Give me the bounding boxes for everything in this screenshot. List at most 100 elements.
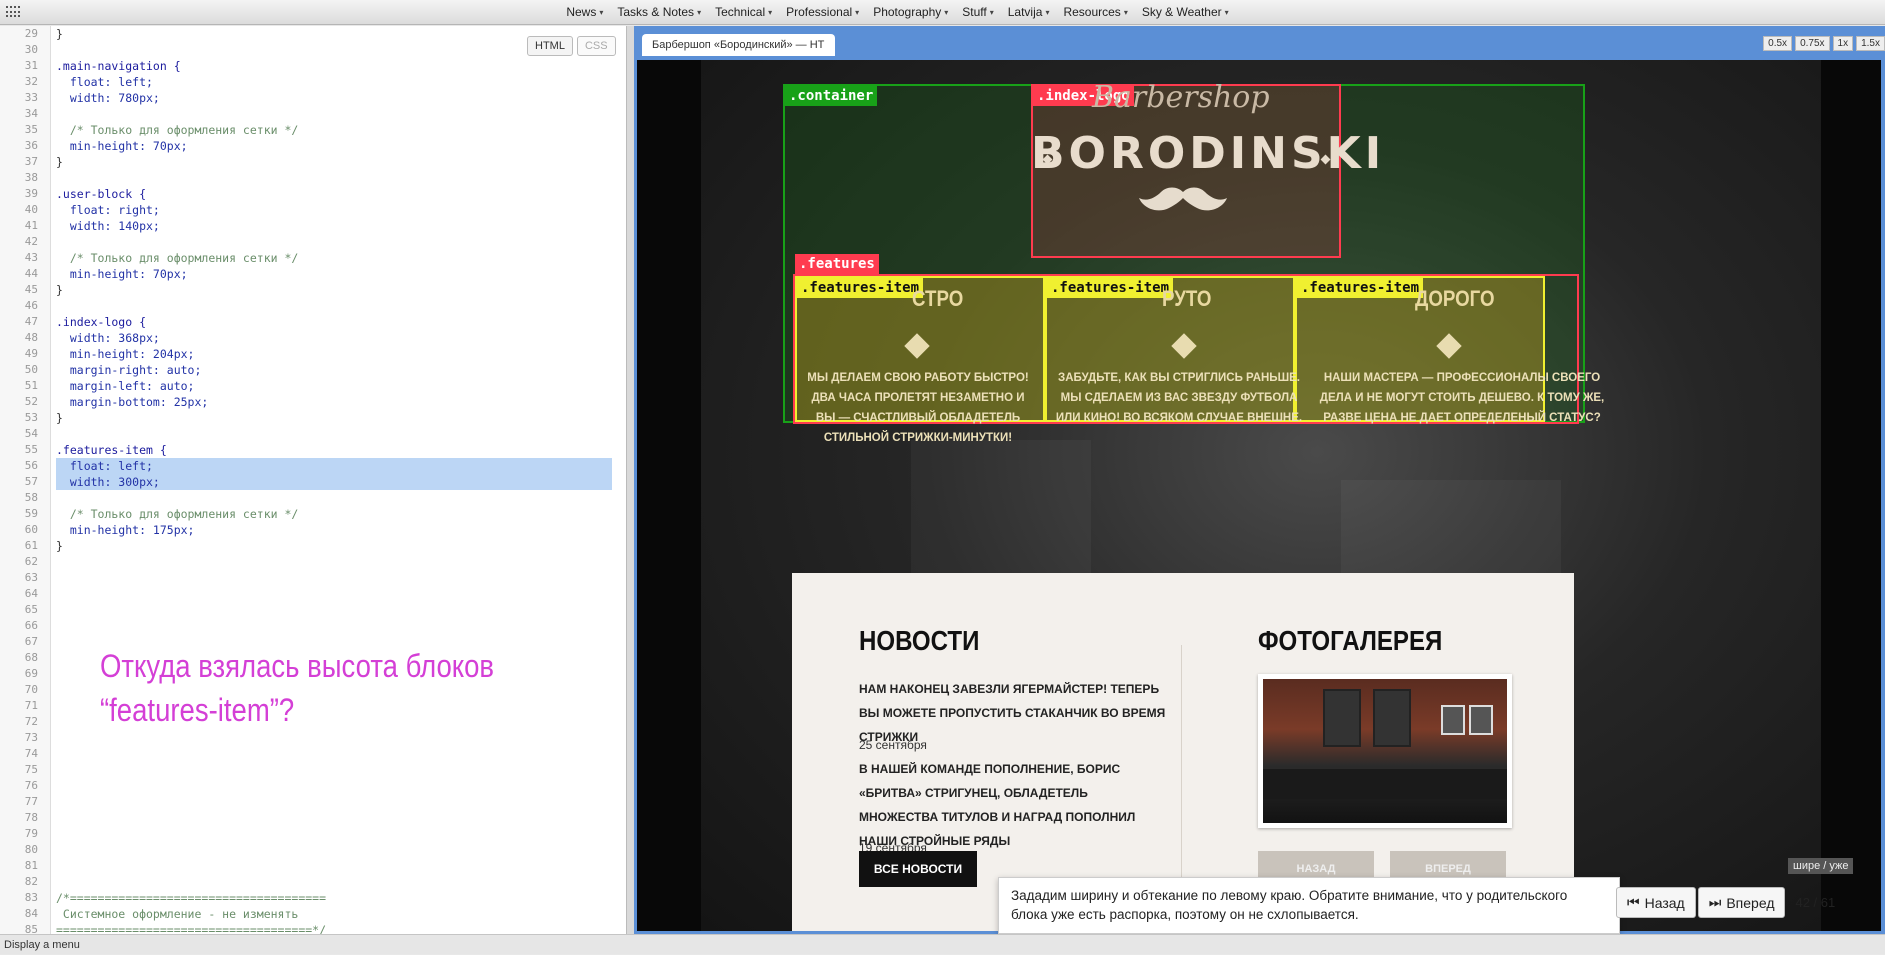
line-number: 46: [24, 299, 38, 312]
menu-items: News ▾ Tasks & Notes ▾ Technical ▾ Professi…: [0, 0, 1885, 24]
zoom-1-5x-button[interactable]: 1.5x: [1856, 36, 1885, 51]
feature-text-2: ЗАБУДЬТЕ, КАК ВЫ СТРИГЛИСЬ РАНЬШЕ. МЫ СД…: [1055, 372, 1303, 424]
line-number: 40: [24, 203, 38, 216]
line-number: 64: [24, 587, 38, 600]
line-number: 49: [24, 347, 38, 360]
zoom-0-5x-button[interactable]: 0.5x: [1763, 36, 1793, 51]
line-number: 41: [24, 219, 38, 232]
news-title: НОВОСТИ: [859, 625, 980, 656]
logo-script-text: Barbershop: [1092, 80, 1270, 115]
wider-narrower-toggle[interactable]: шире / уже: [1788, 858, 1854, 874]
features-label: .features: [795, 254, 879, 274]
code-line: .user-block {: [56, 187, 147, 201]
line-number: 61: [24, 539, 38, 552]
preview-tab[interactable]: Барбершоп «Бородинский» — HT: [642, 34, 835, 56]
line-number: 56: [24, 459, 38, 472]
forward-button[interactable]: ⏭ Вперед: [1697, 887, 1786, 918]
line-number-gutter: 29 30 31 32 33 34 35 36 37 38 39 40 41 42 43 44 45 46 47 48…: [0, 26, 51, 934]
menu-latvija[interactable]: Latvija ▾: [1008, 5, 1050, 19]
step-navigation: ⏮ Назад ⏭ Вперед 42 / 61: [1616, 887, 1835, 918]
line-number: 81: [24, 859, 38, 872]
line-number: 67: [24, 635, 38, 648]
line-number: 29: [24, 27, 38, 40]
code-line: }: [56, 27, 63, 41]
news-item-2-text[interactable]: В НАШЕЙ КОМАНДЕ ПОПОЛНЕНИЕ, БОРИС «БРИТВ…: [859, 757, 1169, 853]
container-label: .container: [785, 86, 878, 106]
menu-tasks-notes[interactable]: Tasks & Notes ▾: [617, 5, 701, 19]
chevron-down-icon: ▾: [1123, 7, 1128, 17]
skip-back-icon: ⏮: [1627, 894, 1640, 910]
css-code-editor[interactable]: 29 30 31 32 33 34 35 36 37 38 39 40 41 42 43 44 45 46 47 48…: [0, 26, 626, 934]
code-line: min-height: 70px;: [56, 267, 188, 281]
menu-technical[interactable]: Technical ▾: [715, 5, 772, 19]
step-counter: 42 / 61: [1795, 895, 1836, 910]
line-number: 50: [24, 363, 38, 376]
zoom-0-75x-button[interactable]: 0.75x: [1795, 36, 1830, 51]
code-line: }: [56, 411, 63, 425]
chevron-down-icon: ▾: [989, 7, 994, 17]
line-number: 83: [24, 891, 38, 904]
line-number: 58: [24, 491, 38, 504]
features-item-label: .features-item: [1297, 278, 1424, 298]
line-number: 33: [24, 91, 38, 104]
line-number: 39: [24, 187, 38, 200]
line-number: 34: [24, 107, 38, 120]
code-line: width: 780px;: [56, 91, 160, 105]
status-bar: Display a menu: [0, 934, 1885, 954]
code-line: /* Только для оформления сетки */: [56, 123, 299, 137]
chevron-down-icon: ▾: [944, 7, 949, 17]
line-number: 51: [24, 379, 38, 392]
tab-css[interactable]: CSS: [576, 36, 616, 56]
line-number: 32: [24, 75, 38, 88]
line-number: 54: [24, 427, 38, 440]
gallery-photo: [1258, 674, 1512, 828]
all-news-button[interactable]: ВСЕ НОВОСТИ: [859, 851, 977, 887]
chevron-down-icon: ▾: [599, 7, 604, 17]
question-annotation: Откуда взялась высота блоков “features-i…: [100, 644, 494, 732]
editor-tabs: HTML CSS: [527, 36, 616, 56]
line-number: 71: [24, 699, 38, 712]
line-number: 60: [24, 523, 38, 536]
code-line: /* Только для оформления сетки */: [56, 507, 299, 521]
menu-sky-weather[interactable]: Sky & Weather ▾: [1142, 5, 1229, 19]
line-number: 30: [24, 43, 38, 56]
skip-forward-icon: ⏭: [1708, 894, 1722, 910]
code-line: /*=====================================: [56, 891, 327, 905]
code-line: .features-item {: [56, 443, 167, 457]
feature-text-1: МЫ ДЕЛАЕМ СВОЮ РАБОТУ БЫСТРО! ДВА ЧАСА П…: [807, 372, 1029, 444]
line-number: 77: [24, 795, 38, 808]
zoom-1x-button[interactable]: 1x: [1832, 36, 1854, 51]
menu-news[interactable]: News ▾: [566, 5, 603, 19]
line-number: 76: [24, 779, 38, 792]
back-button[interactable]: ⏮ Назад: [1616, 887, 1696, 918]
line-number: 45: [24, 283, 38, 296]
code-line: =====================================*/: [56, 923, 327, 934]
line-number: 75: [24, 763, 38, 776]
menu-stuff[interactable]: Stuff ▾: [962, 5, 993, 19]
line-number: 63: [24, 571, 38, 584]
code-line: margin-left: auto;: [56, 379, 195, 393]
line-number: 43: [24, 251, 38, 264]
menu-professional[interactable]: Professional ▾: [786, 5, 859, 19]
menu-photography[interactable]: Photography ▾: [873, 5, 948, 19]
menu-resources[interactable]: Resources ▾: [1063, 5, 1127, 19]
line-number: 72: [24, 715, 38, 728]
line-number: 82: [24, 875, 38, 888]
line-number: 53: [24, 411, 38, 424]
tab-html[interactable]: HTML: [527, 36, 573, 56]
feature-text-3: НАШИ МАСТЕРА — ПРОФЕССИОНАЛЫ СВОЕГО ДЕЛА…: [1319, 372, 1605, 424]
news-item-1-date: 25 сентября: [859, 738, 927, 752]
line-number: 80: [24, 843, 38, 856]
code-line: }: [56, 155, 63, 169]
line-number: 42: [24, 235, 38, 248]
line-number: 38: [24, 171, 38, 184]
code-line: width: 368px;: [56, 331, 160, 345]
line-number: 70: [24, 683, 38, 696]
code-line: margin-right: auto;: [56, 363, 202, 377]
mustache-icon: [1139, 187, 1227, 211]
chevron-down-icon: ▾: [697, 7, 702, 17]
line-number: 65: [24, 603, 38, 616]
site-preview: .container .index-logo Barbershop BORODI…: [637, 60, 1881, 931]
line-number: 85: [24, 923, 38, 934]
question-line-2: “features-item”?: [100, 692, 295, 728]
